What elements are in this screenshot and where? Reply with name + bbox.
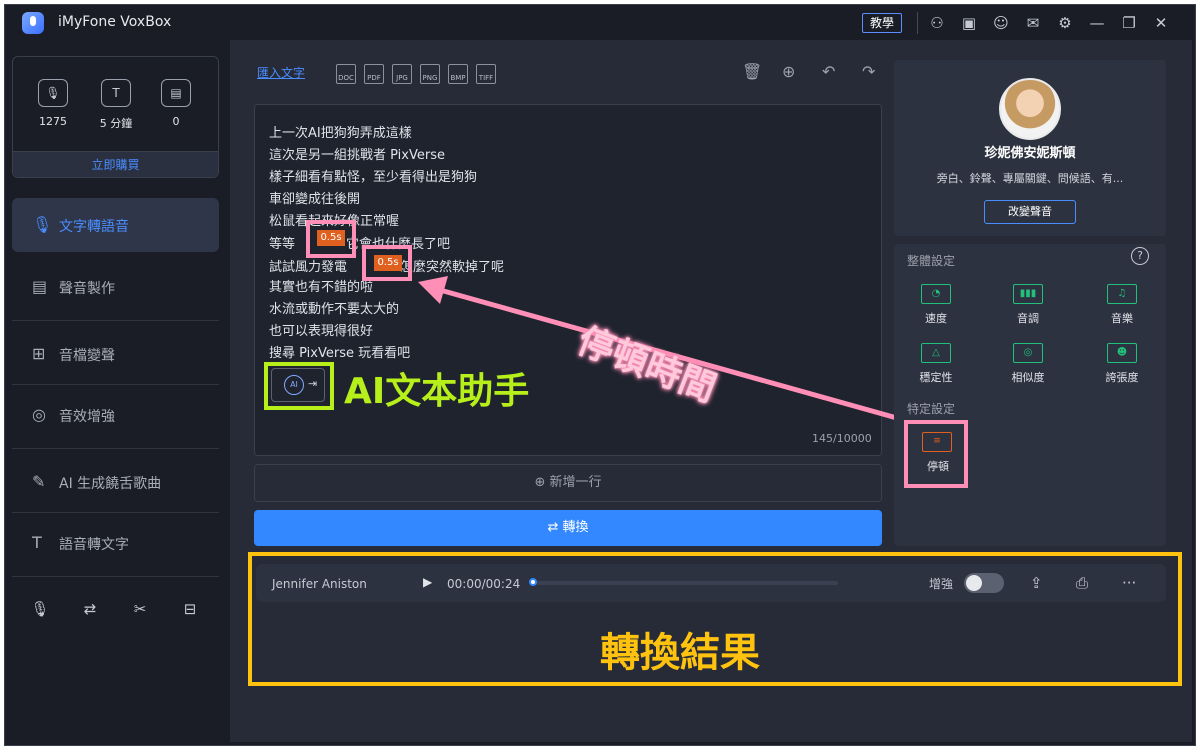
speed-icon: ◔ (921, 284, 951, 304)
add-icon: ⊕ (534, 475, 546, 490)
setting-similarity[interactable]: ◎ 相似度 (998, 343, 1058, 385)
setting-speed[interactable]: ◔ 速度 (906, 284, 966, 326)
convert-label: 轉換 (562, 520, 589, 535)
result-annotation: 轉換結果 (600, 630, 760, 676)
pause-setting-highlight-box (904, 420, 968, 488)
music-icon: ♫ (1107, 284, 1137, 304)
help-icon[interactable]: ? (1131, 247, 1149, 265)
voice-name: 珍妮佛安妮斯頓 (984, 146, 1076, 161)
setting-music[interactable]: ♫ 音樂 (1092, 284, 1152, 326)
setting-stability[interactable]: △ 穩定性 (906, 343, 966, 385)
setting-label: 音調 (1017, 312, 1039, 325)
similarity-icon: ◎ (1013, 343, 1043, 363)
stability-icon: △ (921, 343, 951, 363)
specific-settings-label: 特定設定 (907, 402, 956, 416)
change-voice-button[interactable]: 改變聲音 (984, 200, 1076, 224)
global-settings-label: 整體設定 (907, 254, 956, 268)
pitch-icon: ▮▮▮ (1013, 284, 1043, 304)
add-line-label: 新增一行 (549, 475, 602, 490)
setting-label: 音樂 (1111, 312, 1133, 325)
voice-avatar (999, 78, 1061, 140)
setting-label: 相似度 (1011, 371, 1045, 384)
setting-label: 速度 (925, 312, 947, 325)
setting-pitch[interactable]: ▮▮▮ 音調 (998, 284, 1058, 326)
convert-button[interactable]: ⇄ 轉換 (254, 510, 882, 546)
setting-exaggeration[interactable]: ☻ 誇張度 (1092, 343, 1152, 385)
voice-tags: 旁白、鈴聲、專屬關鍵、問候語、有... (936, 172, 1124, 185)
setting-label: 穩定性 (919, 371, 953, 384)
exaggeration-icon: ☻ (1107, 343, 1137, 363)
setting-label: 誇張度 (1105, 371, 1139, 384)
add-line-button[interactable]: ⊕ 新增一行 (254, 464, 882, 502)
convert-icon: ⇄ (547, 520, 559, 535)
